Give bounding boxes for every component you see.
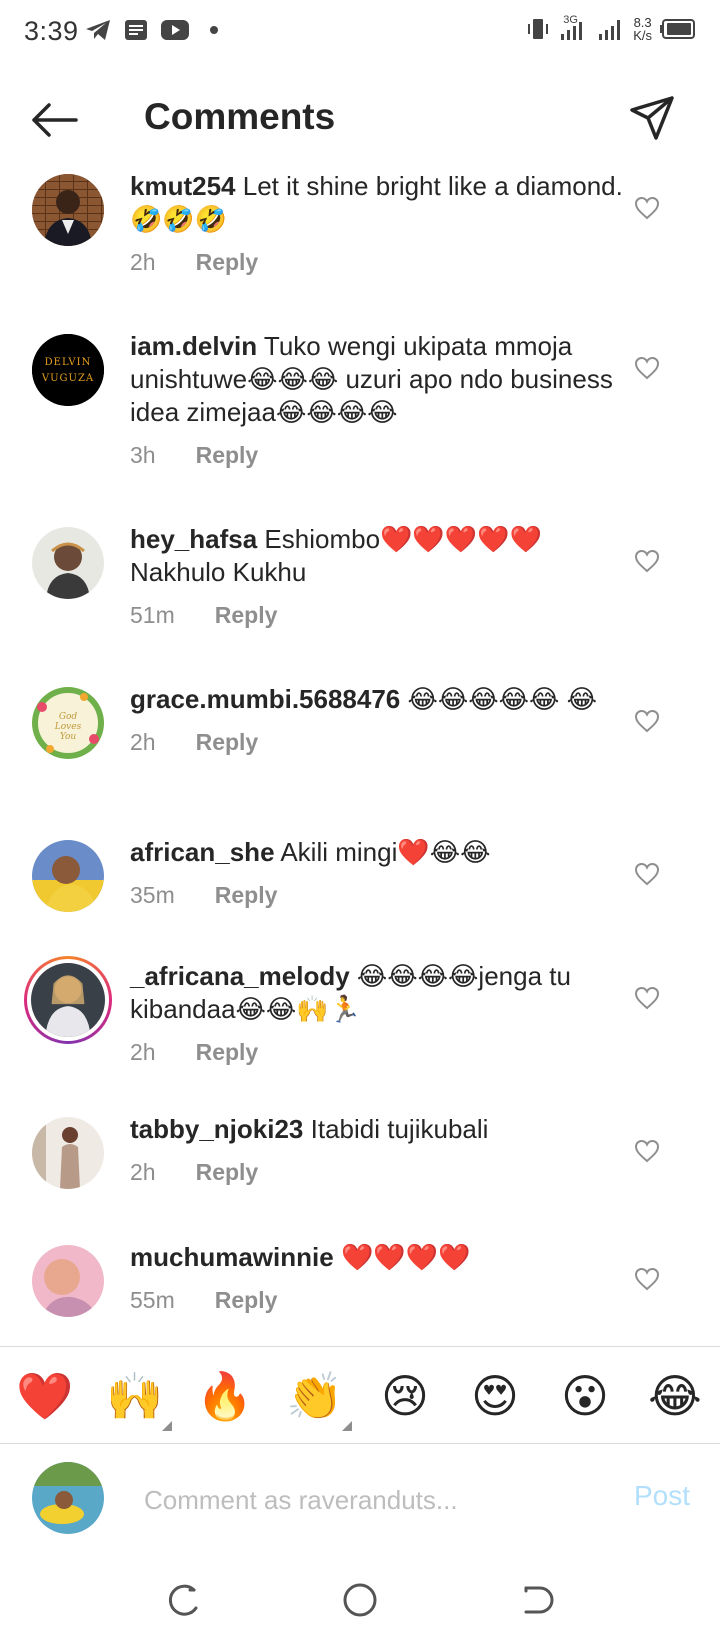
comment-time: 2h (130, 1039, 156, 1065)
comment-time: 2h (130, 729, 156, 755)
avatar[interactable] (32, 840, 104, 912)
emoji-raised-hands[interactable]: 🙌 (106, 1367, 172, 1431)
comment-text: ❤️❤️❤️❤️ (340, 1242, 471, 1272)
comment-time: 2h (130, 249, 156, 275)
signal-icon (561, 22, 583, 40)
avatar[interactable] (32, 527, 104, 599)
comment-compose-bar: Post (0, 1444, 720, 1560)
comment-time: 51m (130, 602, 175, 628)
reply-button[interactable]: Reply (215, 599, 278, 632)
svg-text:DELVIN: DELVIN (45, 357, 92, 368)
comment-time: 35m (130, 882, 175, 908)
emoji-heart[interactable]: ❤️ (16, 1367, 74, 1425)
emoji-surprised-face[interactable]: 😮 (556, 1367, 614, 1425)
avatar[interactable] (32, 1245, 104, 1317)
svg-text:You: You (60, 732, 77, 742)
comment-time: 2h (130, 1159, 156, 1185)
send-icon (630, 96, 674, 140)
heart-icon[interactable] (634, 1139, 660, 1163)
emoji-heart-eyes[interactable]: 😍 (466, 1367, 524, 1425)
heart-icon[interactable] (634, 549, 660, 573)
comment-username[interactable]: grace.mumbi.5688476 (130, 684, 400, 714)
comment-time: 55m (130, 1287, 175, 1313)
heart-icon[interactable] (634, 709, 660, 733)
status-time: 3:39 (24, 16, 79, 46)
post-button[interactable]: Post (634, 1480, 690, 1512)
youtube-icon (161, 20, 189, 40)
reply-button[interactable]: Reply (196, 726, 259, 759)
system-nav-bar (0, 1560, 720, 1640)
comment-username[interactable]: tabby_njoki23 (130, 1114, 303, 1144)
avatar (31, 963, 105, 1037)
vibrate-icon (528, 19, 549, 39)
skin-tone-indicator (342, 1421, 352, 1431)
home-icon[interactable] (340, 1580, 380, 1620)
comment-username[interactable]: african_she (130, 837, 275, 867)
signal-icon (599, 20, 621, 40)
comment-input[interactable] (144, 1478, 584, 1522)
comment-username[interactable]: muchumawinnie (130, 1242, 334, 1272)
telegram-icon (86, 20, 110, 40)
comment-text: Akili mingi❤️😂😂 (280, 837, 491, 867)
share-button[interactable] (628, 94, 680, 146)
comment-username[interactable]: hey_hafsa (130, 524, 257, 554)
reply-button[interactable]: Reply (196, 439, 259, 472)
recent-apps-icon[interactable] (164, 1580, 204, 1620)
avatar[interactable] (32, 1117, 104, 1189)
reply-button[interactable]: Reply (196, 1156, 259, 1189)
reply-button[interactable]: Reply (215, 879, 278, 912)
arrow-left-icon (32, 103, 78, 137)
emoji-fire[interactable]: 🔥 (196, 1367, 254, 1425)
avatar[interactable] (32, 174, 104, 246)
notification-dot (210, 26, 218, 34)
current-user-avatar[interactable] (32, 1462, 104, 1534)
comments-list[interactable]: kmut254 Let it shine bright like a diamo… (0, 170, 720, 1345)
avatar-story-ring[interactable] (24, 956, 112, 1044)
reply-button[interactable]: Reply (215, 1284, 278, 1317)
back-nav-icon[interactable] (516, 1580, 556, 1620)
comment-username[interactable]: _africana_melody (130, 961, 350, 991)
emoji-tears-of-joy[interactable]: 😂 (646, 1367, 704, 1425)
notes-icon (125, 20, 147, 40)
heart-icon[interactable] (634, 196, 660, 220)
page-title: Comments (144, 96, 336, 137)
emoji-clapping-hands[interactable]: 👏 (286, 1367, 352, 1431)
reply-button[interactable]: Reply (196, 246, 259, 279)
comment-username[interactable]: kmut254 (130, 171, 236, 201)
svg-text:God: God (59, 712, 78, 722)
comment-text: Itabidi tujikubali (310, 1114, 489, 1144)
svg-text:VUGUZA: VUGUZA (41, 373, 94, 384)
comment-text: 😂😂😂😂😂 😂 (407, 684, 598, 714)
heart-icon[interactable] (634, 356, 660, 380)
emoji-bar: ❤️ 🙌 🔥 👏 😢 😍 😮 😂 (0, 1346, 720, 1444)
svg-text:Loves: Loves (54, 722, 82, 732)
status-bar: 3:39 3G 8.3 K/s (0, 0, 720, 66)
skin-tone-indicator (162, 1421, 172, 1431)
comment-time: 3h (130, 442, 156, 468)
heart-icon[interactable] (634, 862, 660, 886)
header: Comments (0, 80, 720, 160)
comment-username[interactable]: iam.delvin (130, 331, 257, 361)
network-speed: 8.3 K/s (633, 15, 652, 43)
reply-button[interactable]: Reply (196, 1036, 259, 1069)
heart-icon[interactable] (634, 1267, 660, 1291)
back-button[interactable] (30, 98, 82, 142)
avatar[interactable]: DELVIN VUGUZA (32, 334, 104, 406)
emoji-crying-face[interactable]: 😢 (376, 1367, 434, 1425)
heart-icon[interactable] (634, 986, 660, 1010)
battery-icon (660, 19, 695, 39)
avatar[interactable]: God Loves You (32, 687, 104, 759)
